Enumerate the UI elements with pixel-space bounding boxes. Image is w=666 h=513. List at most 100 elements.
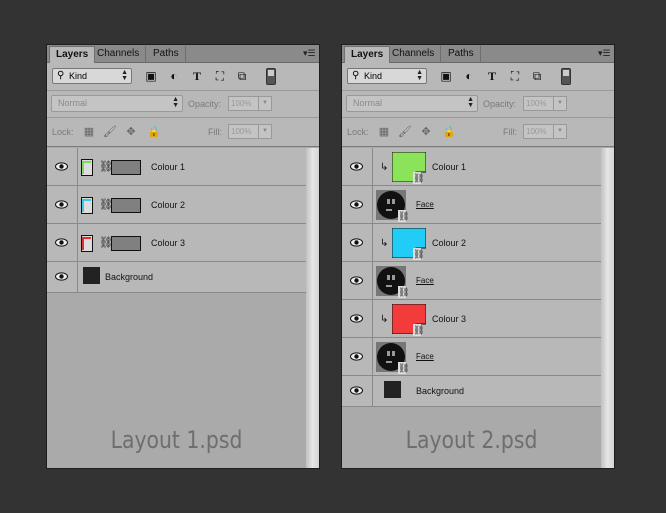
layer-list: ⛓ Colour 1 ⛓ Colour 2 ⛓ Colour 3 Backgro…	[47, 148, 319, 293]
blend-mode-select[interactable]: Normal ▲ ▼	[51, 95, 183, 112]
layer-name: Colour 3	[151, 237, 186, 248]
layer-mask-thumbnail	[111, 160, 141, 175]
filter-kind-select[interactable]: ⚲ Kind ▲ ▼	[347, 68, 427, 84]
lock-transparent-icon[interactable]: ▦	[378, 126, 390, 138]
lock-all-padlock-icon[interactable]: 🔒	[442, 126, 456, 138]
select-arrows-icon: ▲ ▼	[416, 69, 423, 82]
visibility-toggle[interactable]	[342, 338, 373, 375]
chevron-down-icon[interactable]: ▼	[553, 125, 566, 138]
blend-mode-select[interactable]: Normal ▲ ▼	[346, 95, 478, 112]
visibility-toggle[interactable]	[342, 300, 373, 337]
tab-layers[interactable]: Layers	[49, 46, 96, 63]
layer-row[interactable]: ↳ ⛓ Colour 1	[342, 148, 614, 186]
blend-mode-value: Normal	[353, 98, 383, 108]
visibility-toggle[interactable]	[342, 376, 373, 406]
chain-link-icon[interactable]: ⛓	[99, 198, 113, 212]
layer-row[interactable]: ⛓ Face	[342, 338, 614, 376]
visibility-toggle[interactable]	[47, 186, 78, 223]
fill-label: Fill:	[208, 127, 222, 137]
pixel-filter-icon[interactable]: ▣	[439, 69, 453, 83]
chain-link-icon[interactable]: ⛓	[413, 248, 424, 260]
chevron-down-icon[interactable]: ▼	[553, 97, 566, 110]
smart-object-filter-icon[interactable]: ⧉	[530, 69, 544, 83]
visibility-toggle[interactable]	[47, 262, 78, 292]
panel-menu-icon[interactable]: ▾☰	[303, 48, 316, 58]
fill-field[interactable]: 100% ▼	[228, 124, 272, 139]
type-filter-icon[interactable]: T	[485, 69, 499, 83]
layer-row-background[interactable]: Background	[47, 262, 319, 293]
blend-row: Normal ▲ ▼ Opacity: 100% ▼	[47, 91, 319, 118]
lock-label: Lock:	[52, 127, 74, 137]
scrollbar[interactable]	[306, 148, 319, 468]
filter-toggle-switch[interactable]	[266, 68, 276, 85]
smart-object-badge-icon: ⛓	[398, 362, 410, 374]
lock-row: Lock: ▦ 🖌 ✥ 🔒 Fill: 100% ▼	[342, 118, 614, 147]
smart-object-badge-icon: ⛓	[398, 286, 410, 298]
layer-row[interactable]: ⛓ Face	[342, 262, 614, 300]
layer-row[interactable]: ⛓ Colour 3	[47, 224, 319, 262]
filter-row: ⚲ Kind ▲ ▼ ▣ ◐ T ⛶ ⧉	[342, 63, 614, 91]
chain-link-icon[interactable]: ⛓	[99, 236, 113, 250]
filter-kind-select[interactable]: ⚲ Kind ▲ ▼	[52, 68, 132, 84]
eye-icon	[55, 161, 68, 171]
background-thumbnail	[83, 267, 100, 284]
opacity-value: 100%	[526, 99, 547, 108]
opacity-field[interactable]: 100% ▼	[228, 96, 272, 111]
adjustment-layer-thumbnail	[81, 235, 93, 252]
layer-row[interactable]: ⛓ Colour 2	[47, 186, 319, 224]
smart-object-filter-icon[interactable]: ⧉	[235, 69, 249, 83]
panel-tab-bar: Layers Channels Paths ▾☰	[342, 45, 614, 63]
shape-filter-icon[interactable]: ⛶	[508, 69, 522, 83]
lock-label: Lock:	[347, 127, 369, 137]
smart-object-badge-icon: ⛓	[398, 210, 410, 222]
lock-image-brush-icon[interactable]: 🖌	[398, 126, 412, 138]
tab-paths[interactable]: Paths	[147, 46, 186, 62]
chain-link-icon[interactable]: ⛓	[413, 324, 424, 336]
layer-row[interactable]: ↳ ⛓ Colour 2	[342, 224, 614, 262]
layer-row[interactable]: ⛓ Colour 1	[47, 148, 319, 186]
chevron-down-icon[interactable]: ▼	[258, 125, 271, 138]
type-filter-icon[interactable]: T	[190, 69, 204, 83]
eye-icon	[55, 237, 68, 247]
adjustment-filter-icon[interactable]: ◐	[462, 69, 476, 83]
layer-row[interactable]: ⛓ Face	[342, 186, 614, 224]
opacity-field[interactable]: 100% ▼	[523, 96, 567, 111]
visibility-toggle[interactable]	[342, 262, 373, 299]
eye-icon	[350, 275, 363, 285]
visibility-toggle[interactable]	[47, 224, 78, 261]
chain-link-icon[interactable]: ⛓	[99, 160, 113, 174]
lock-image-brush-icon[interactable]: 🖌	[103, 126, 117, 138]
background-thumbnail	[384, 381, 401, 398]
layer-name: Face	[416, 199, 434, 209]
pixel-filter-icon[interactable]: ▣	[144, 69, 158, 83]
tab-channels[interactable]: Channels	[91, 46, 147, 62]
filter-kind-label: Kind	[364, 71, 383, 81]
tab-channels[interactable]: Channels	[386, 46, 442, 62]
visibility-toggle[interactable]	[342, 148, 373, 185]
layer-row-background[interactable]: Background	[342, 376, 614, 407]
chevron-down-icon[interactable]: ▼	[258, 97, 271, 110]
layer-row[interactable]: ↳ ⛓ Colour 3	[342, 300, 614, 338]
lock-all-padlock-icon[interactable]: 🔒	[147, 126, 161, 138]
clipping-arrow-icon: ↳	[380, 238, 389, 249]
panel-menu-icon[interactable]: ▾☰	[598, 48, 611, 58]
lock-position-move-icon[interactable]: ✥	[420, 126, 432, 138]
lock-position-move-icon[interactable]: ✥	[125, 126, 137, 138]
lock-transparent-icon[interactable]: ▦	[83, 126, 95, 138]
tab-layers[interactable]: Layers	[344, 46, 391, 63]
scrollbar[interactable]	[601, 148, 614, 468]
eye-icon	[55, 199, 68, 209]
filter-toggle-switch[interactable]	[561, 68, 571, 85]
visibility-toggle[interactable]	[342, 186, 373, 223]
visibility-toggle[interactable]	[342, 224, 373, 261]
filter-row: ⚲ Kind ▲ ▼ ▣ ◐ T ⛶ ⧉	[47, 63, 319, 91]
tab-paths[interactable]: Paths	[442, 46, 481, 62]
adjustment-filter-icon[interactable]: ◐	[167, 69, 181, 83]
clipping-arrow-icon: ↳	[380, 162, 389, 173]
layer-name: Colour 2	[432, 237, 467, 248]
visibility-toggle[interactable]	[47, 148, 78, 185]
fill-field[interactable]: 100% ▼	[523, 124, 567, 139]
chain-link-icon[interactable]: ⛓	[413, 172, 424, 184]
eye-icon	[350, 386, 363, 395]
shape-filter-icon[interactable]: ⛶	[213, 69, 227, 83]
